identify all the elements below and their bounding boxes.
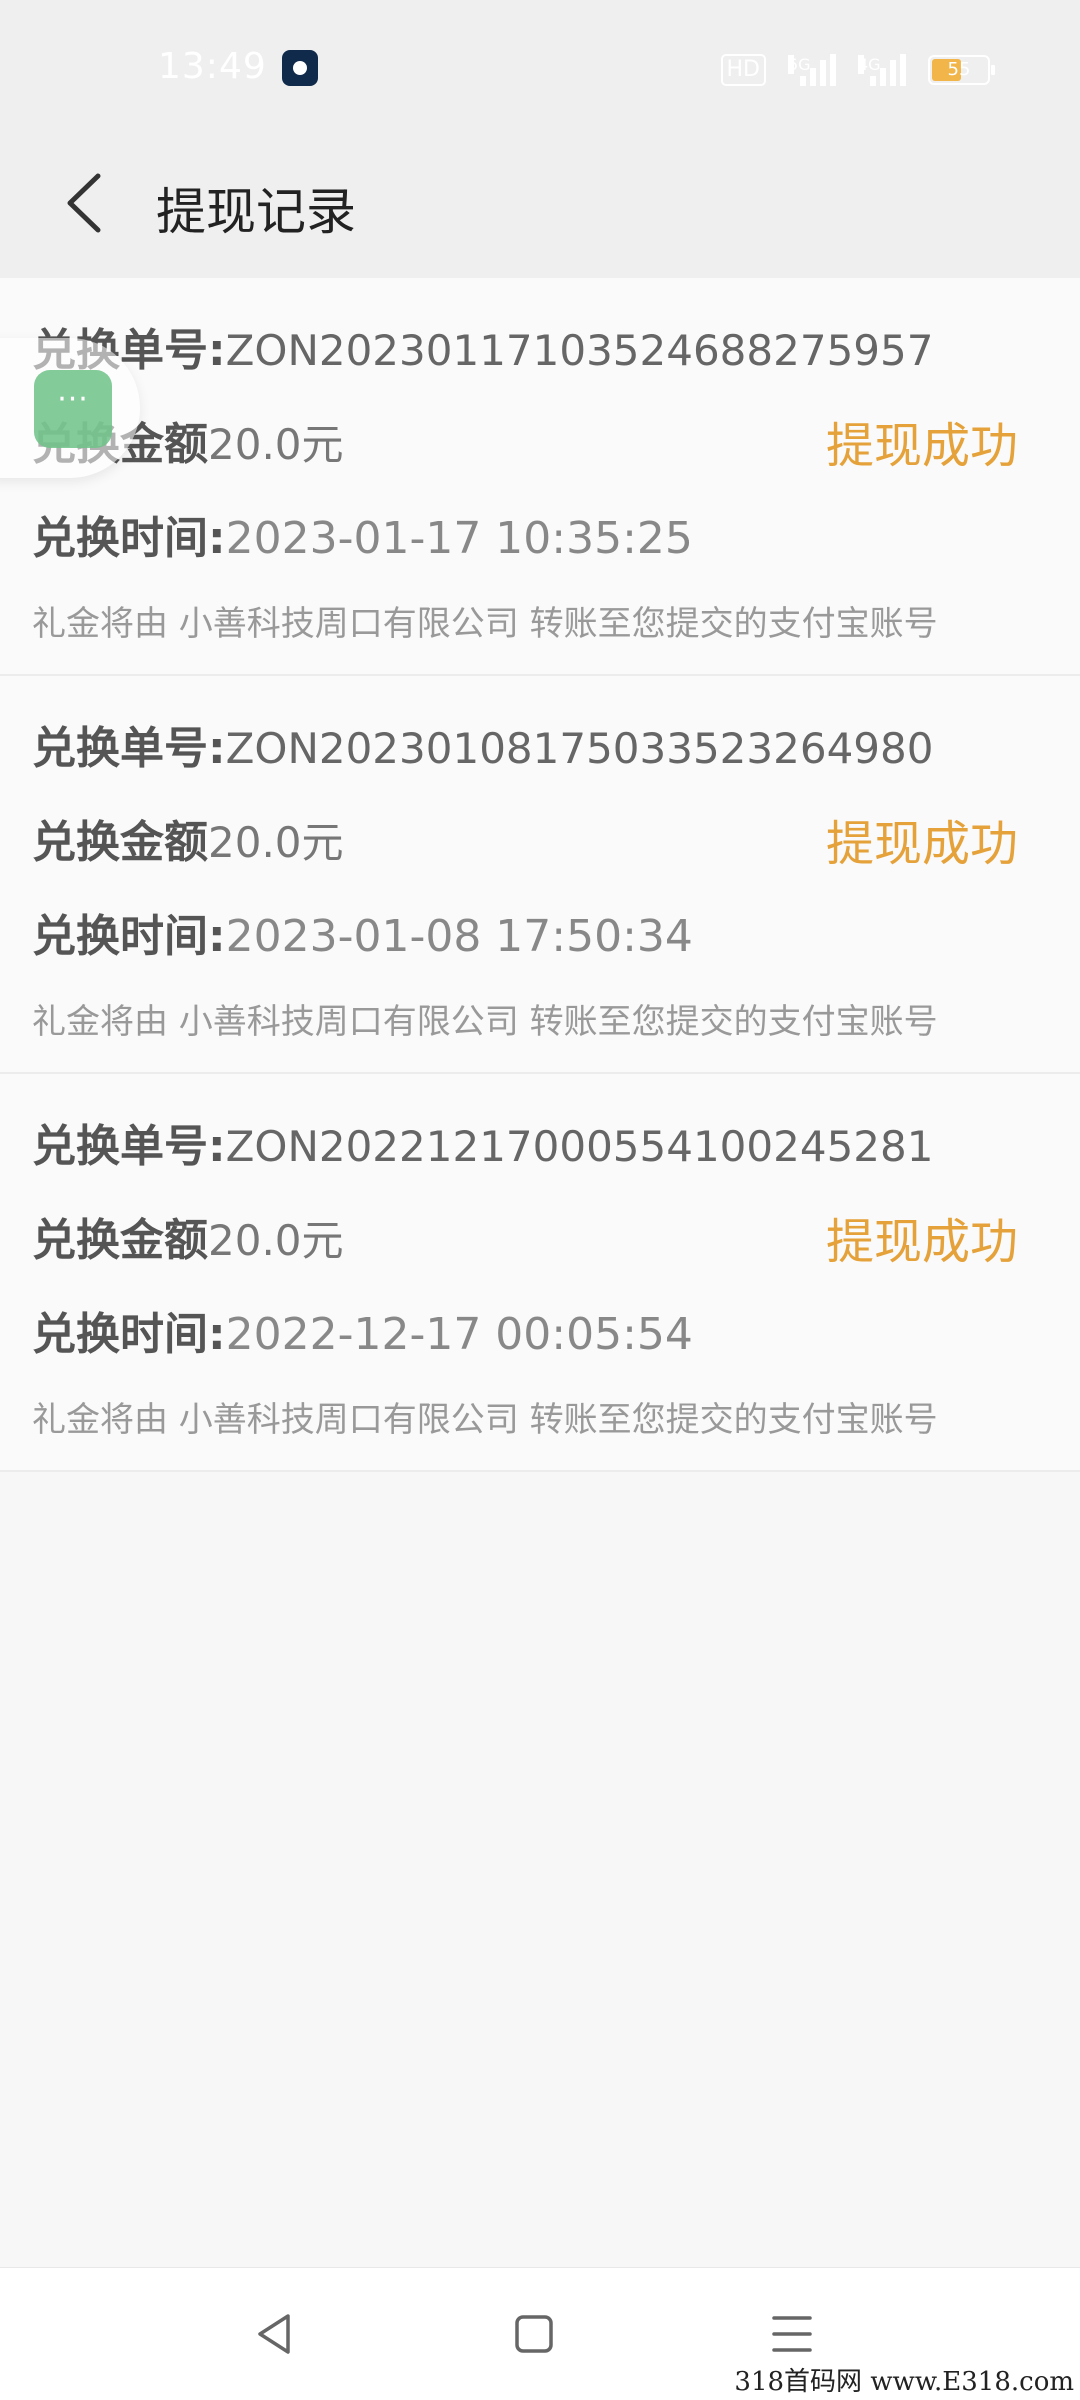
- amount-row: 兑换金额20.0元: [32, 1204, 344, 1268]
- amount-row: 兑换金额20.0元: [32, 806, 344, 870]
- floating-assistant-button[interactable]: ···: [0, 338, 140, 478]
- amount-label: 兑换金额: [32, 817, 208, 868]
- time-value: 2023-01-08 17:50:34: [225, 911, 693, 962]
- status-indicators: HD 5G 4G 55: [720, 50, 995, 90]
- battery-level: 55: [947, 59, 971, 80]
- record-item: 兑换单号:ZON20230108175033523264980 兑换金额20.0…: [0, 676, 1080, 1074]
- order-number-row: 兑换单号:ZON20230117103524688275957: [32, 314, 933, 378]
- app-notification-icon: [282, 50, 318, 86]
- transfer-note: 礼金将由 小善科技周口有限公司 转账至您提交的支付宝账号: [32, 604, 938, 644]
- order-number-label: 兑换单号:: [32, 1121, 226, 1172]
- nav-home-icon[interactable]: [506, 2306, 562, 2362]
- amount-label: 兑换金额: [32, 1215, 208, 1266]
- app-header: 提现记录: [0, 130, 1080, 278]
- order-number-label: 兑换单号:: [32, 723, 226, 774]
- time-row: 兑换时间:2023-01-08 17:50:34: [32, 900, 693, 964]
- signal-4g-icon: 4G: [858, 54, 906, 86]
- amount-value: 20.0元: [208, 818, 344, 867]
- time-row: 兑换时间:2022-12-17 00:05:54: [32, 1298, 693, 1362]
- back-arrow-icon[interactable]: [58, 170, 118, 236]
- signal-5g-icon: 5G: [788, 54, 836, 86]
- battery-icon: 55: [928, 55, 995, 85]
- time-label: 兑换时间:: [32, 1309, 226, 1360]
- record-item: 兑换单号:ZON20230117103524688275957 兑换金额20.0…: [0, 278, 1080, 676]
- order-number-value: ZON20230108175033523264980: [225, 724, 934, 773]
- order-number-row: 兑换单号:ZON20221217000554100245281: [32, 1110, 933, 1174]
- withdraw-status: 提现成功: [825, 1214, 1018, 1270]
- page-title: 提现记录: [156, 183, 356, 241]
- time-row: 兑换时间:2023-01-17 10:35:25: [32, 502, 693, 566]
- order-number-row: 兑换单号:ZON20230108175033523264980: [32, 712, 933, 776]
- transfer-note: 礼金将由 小善科技周口有限公司 转账至您提交的支付宝账号: [32, 1400, 938, 1440]
- order-number-value: ZON20230117103524688275957: [225, 326, 934, 375]
- amount-value: 20.0元: [208, 420, 344, 469]
- amount-value: 20.0元: [208, 1216, 344, 1265]
- more-dots-icon[interactable]: ···: [34, 370, 112, 448]
- order-number-value: ZON20221217000554100245281: [225, 1122, 934, 1171]
- withdraw-status: 提现成功: [825, 418, 1018, 474]
- time-value: 2023-01-17 10:35:25: [225, 513, 693, 564]
- hd-icon: HD: [720, 54, 766, 86]
- nav-menu-icon[interactable]: [764, 2306, 820, 2362]
- withdraw-status: 提现成功: [825, 816, 1018, 872]
- status-bar: 13:49 HD 5G 4G 55: [0, 0, 1080, 130]
- time-label: 兑换时间:: [32, 911, 226, 962]
- status-time: 13:49: [158, 46, 267, 87]
- watermark-text: 318首码网 www.E318.com: [734, 2367, 1074, 2397]
- time-label: 兑换时间:: [32, 513, 226, 564]
- withdrawal-record-list: 兑换单号:ZON20230117103524688275957 兑换金额20.0…: [0, 278, 1080, 1472]
- time-value: 2022-12-17 00:05:54: [225, 1309, 693, 1360]
- nav-back-icon[interactable]: [248, 2306, 304, 2362]
- record-item: 兑换单号:ZON20221217000554100245281 兑换金额20.0…: [0, 1074, 1080, 1472]
- transfer-note: 礼金将由 小善科技周口有限公司 转账至您提交的支付宝账号: [32, 1002, 938, 1042]
